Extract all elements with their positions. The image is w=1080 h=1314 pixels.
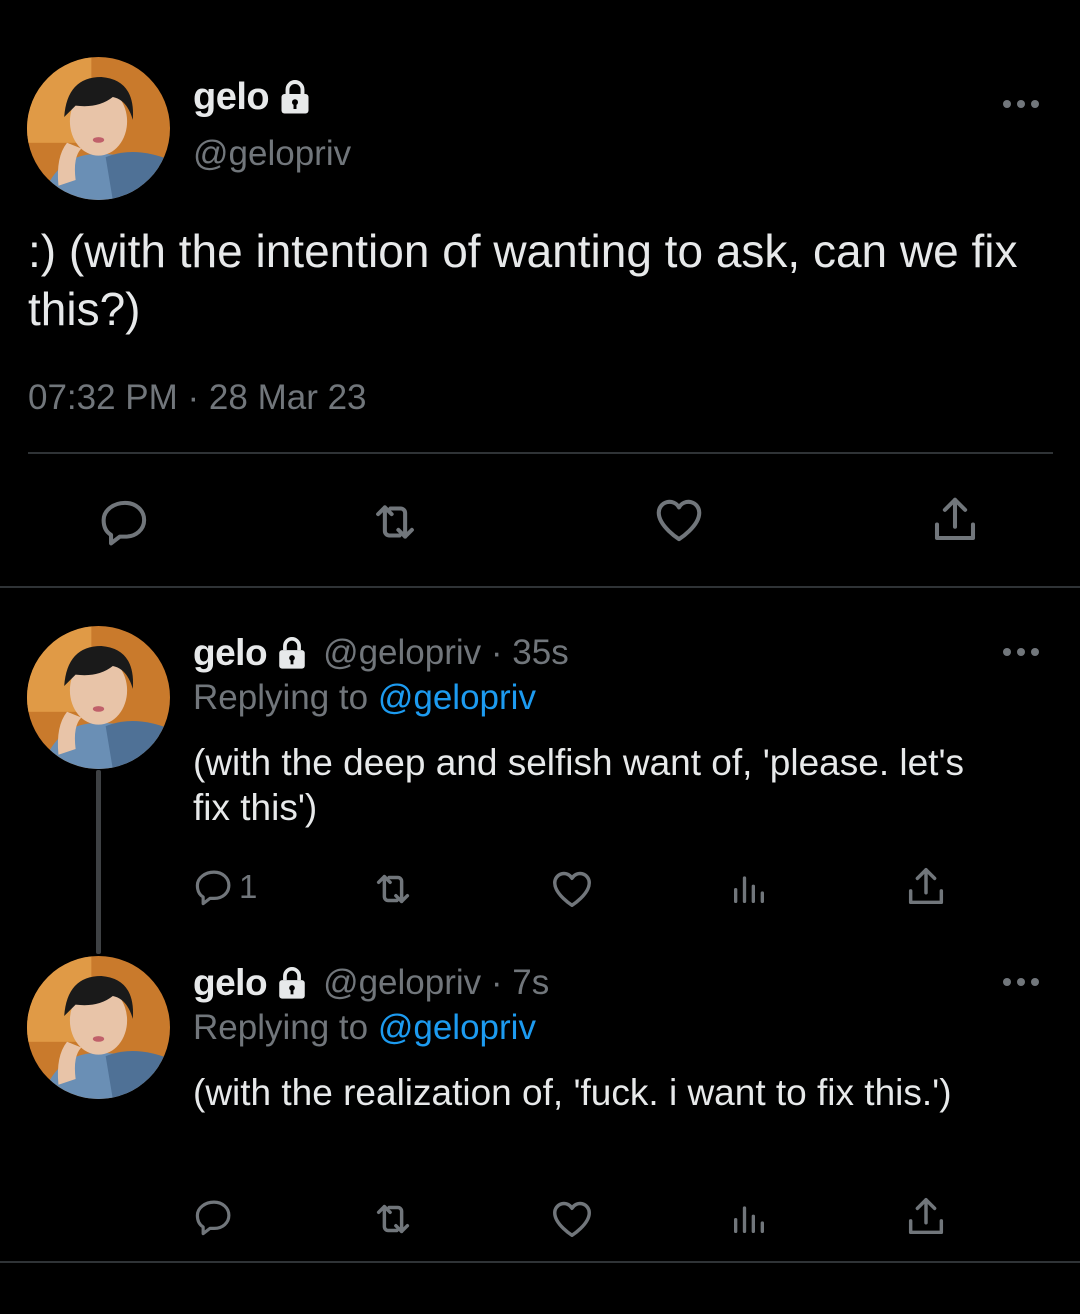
- tweet-text: (with the deep and selfish want of, 'ple…: [193, 742, 965, 828]
- handle-time[interactable]: @gelopriv · 7s: [323, 963, 549, 1003]
- user-handle[interactable]: @gelopriv: [193, 134, 351, 174]
- more-options-icon[interactable]: [1003, 644, 1043, 658]
- handle-time[interactable]: @gelopriv · 35s: [323, 633, 569, 673]
- replying-to-label: Replying to: [193, 1008, 369, 1047]
- avatar[interactable]: [27, 626, 170, 769]
- section-divider: [0, 586, 1080, 588]
- lock-icon: [275, 636, 309, 670]
- divider: [28, 452, 1053, 454]
- avatar[interactable]: [27, 57, 170, 200]
- reply-icon[interactable]: [98, 495, 152, 549]
- timestamp[interactable]: 07:32 PM · 28 Mar 23: [28, 378, 367, 418]
- avatar[interactable]: [27, 956, 170, 1099]
- section-divider: [0, 1261, 1080, 1263]
- more-options-icon[interactable]: [1003, 96, 1043, 110]
- views-icon[interactable]: [729, 1198, 769, 1238]
- like-icon[interactable]: [549, 866, 595, 912]
- share-icon[interactable]: [903, 1194, 949, 1240]
- display-name[interactable]: gelo: [193, 962, 268, 1004]
- reply-icon[interactable]: [193, 1196, 235, 1238]
- reply-icon[interactable]: [193, 866, 235, 908]
- share-icon[interactable]: [903, 864, 949, 910]
- tweet-text: :) (with the intention of wanting to ask…: [28, 225, 1018, 335]
- replying-to-label: Replying to: [193, 678, 369, 717]
- reply-count: 1: [239, 868, 258, 905]
- replying-to-handle[interactable]: @gelopriv: [378, 1008, 536, 1047]
- more-options-icon[interactable]: [1003, 974, 1043, 988]
- tweet-text: (with the realization of, 'fuck. i want …: [193, 1072, 952, 1113]
- lock-icon: [277, 79, 313, 115]
- like-icon[interactable]: [652, 493, 706, 547]
- retweet-icon[interactable]: [370, 1196, 416, 1242]
- lock-icon: [275, 966, 309, 1000]
- thread-line: [96, 770, 101, 954]
- display-name[interactable]: gelo: [193, 76, 270, 119]
- reply-action[interactable]: 1: [193, 866, 257, 908]
- replying-to-handle[interactable]: @gelopriv: [378, 678, 536, 717]
- like-icon[interactable]: [549, 1196, 595, 1242]
- retweet-icon[interactable]: [370, 866, 416, 912]
- retweet-icon[interactable]: [368, 495, 422, 549]
- reply-action[interactable]: [193, 1196, 239, 1238]
- share-icon[interactable]: [928, 493, 982, 547]
- views-icon[interactable]: [729, 868, 769, 908]
- display-name[interactable]: gelo: [193, 632, 268, 674]
